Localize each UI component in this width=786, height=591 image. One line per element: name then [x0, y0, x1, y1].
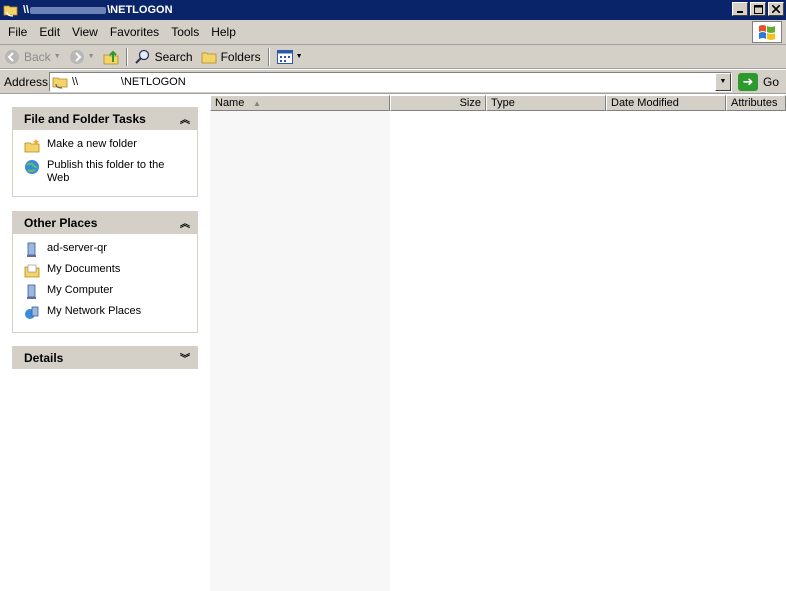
- back-button[interactable]: Back ▼: [0, 46, 65, 68]
- menu-tools[interactable]: Tools: [165, 22, 205, 42]
- column-attributes[interactable]: Attributes: [726, 95, 786, 111]
- menu-help[interactable]: Help: [205, 22, 242, 42]
- address-value: \\ \NETLOGON: [72, 75, 186, 88]
- go-button[interactable]: ➜ Go: [738, 72, 780, 91]
- menu-bar: File Edit View Favorites Tools Help: [0, 20, 786, 45]
- folders-icon: [201, 52, 216, 63]
- folder-share-icon: [3, 5, 18, 17]
- window-title: \\ \NETLOGON: [23, 4, 173, 16]
- place-my-documents[interactable]: My Documents: [24, 263, 189, 279]
- column-type[interactable]: Type: [486, 95, 606, 111]
- network-folder-icon: [52, 77, 68, 89]
- column-label: Size: [459, 97, 481, 109]
- folders-label: Folders: [220, 49, 261, 64]
- go-label: Go: [763, 74, 780, 89]
- column-name[interactable]: Name ▲: [210, 95, 390, 111]
- other-places-panel: Other Places ︽ ad-server-qr My Documents…: [12, 211, 198, 333]
- panel-title: Other Places: [24, 215, 98, 230]
- back-label: Back: [24, 49, 51, 64]
- new-folder-icon: [24, 139, 40, 153]
- redacted-server-name: [30, 6, 107, 14]
- column-label: Type: [491, 97, 515, 109]
- my-computer-icon: [27, 284, 36, 299]
- sorted-column-highlight: [210, 111, 390, 591]
- details-panel: Details ︾: [12, 346, 198, 369]
- address-input[interactable]: \\ \NETLOGON ▼: [49, 71, 732, 92]
- other-places-header[interactable]: Other Places ︽: [12, 211, 198, 234]
- column-label: Name: [215, 97, 245, 109]
- column-date-modified[interactable]: Date Modified: [606, 95, 726, 111]
- panel-title: File and Folder Tasks: [24, 111, 146, 126]
- maximize-icon: [753, 4, 763, 14]
- forward-dropdown-icon[interactable]: ▼: [88, 53, 95, 60]
- task-label: Make a new folder: [47, 138, 137, 150]
- maximize-button[interactable]: [750, 2, 766, 16]
- column-label: Date Modified: [611, 97, 679, 109]
- windows-flag-icon: [759, 25, 775, 40]
- expand-chevron-icon[interactable]: ︾: [180, 350, 190, 365]
- place-label: My Computer: [47, 284, 114, 296]
- publish-to-web-link[interactable]: Publish this folder to the Web: [24, 159, 189, 185]
- windows-logo: [752, 21, 782, 43]
- place-my-network-places[interactable]: My Network Places: [24, 305, 189, 321]
- chevron-down-icon: ▼: [719, 78, 727, 85]
- forward-arrow-icon: [69, 49, 84, 64]
- file-list-view[interactable]: Name ▲ Size Type Date Modified Attribute…: [210, 95, 786, 591]
- toolbar-separator: [267, 47, 270, 66]
- close-button[interactable]: [768, 2, 784, 16]
- column-header: Name ▲ Size Type Date Modified Attribute…: [210, 95, 786, 111]
- menu-file[interactable]: File: [2, 22, 33, 42]
- go-arrow-icon: ➜: [738, 72, 758, 91]
- server-computer-icon: [27, 242, 36, 257]
- address-label: Address: [4, 74, 49, 89]
- minimize-button[interactable]: [732, 2, 748, 16]
- folders-button[interactable]: Folders: [197, 46, 265, 68]
- title-bar: \\ \NETLOGON: [0, 0, 786, 20]
- back-dropdown-icon[interactable]: ▼: [54, 53, 61, 60]
- details-header[interactable]: Details ︾: [12, 346, 198, 369]
- network-places-icon: [25, 306, 39, 319]
- place-label: ad-server-qr: [47, 242, 107, 254]
- column-size[interactable]: Size: [390, 95, 486, 111]
- file-folder-tasks-header[interactable]: File and Folder Tasks ︽: [12, 107, 198, 130]
- task-label: Publish this folder to the Web: [47, 159, 165, 184]
- views-button[interactable]: ▼: [273, 46, 307, 68]
- address-bar: Address \\ \NETLOGON ▼ ➜ Go: [0, 70, 786, 94]
- up-folder-icon: [103, 50, 118, 64]
- collapse-chevron-icon[interactable]: ︽: [180, 215, 190, 230]
- column-label: Attributes: [731, 97, 778, 109]
- task-pane: File and Folder Tasks ︽ Make a new folde…: [0, 95, 210, 591]
- publish-web-icon: [25, 160, 39, 174]
- file-folder-tasks-panel: File and Folder Tasks ︽ Make a new folde…: [12, 107, 198, 197]
- place-ad-server[interactable]: ad-server-qr: [24, 242, 189, 258]
- search-button[interactable]: Search: [131, 46, 197, 68]
- menu-edit[interactable]: Edit: [33, 22, 66, 42]
- make-new-folder-link[interactable]: Make a new folder: [24, 138, 189, 154]
- address-dropdown-button[interactable]: ▼: [715, 72, 731, 91]
- panel-title: Details: [24, 350, 64, 365]
- menu-favorites[interactable]: Favorites: [104, 22, 165, 42]
- close-icon: [772, 5, 780, 13]
- place-label: My Network Places: [47, 305, 142, 317]
- search-label: Search: [154, 49, 193, 64]
- menu-view[interactable]: View: [66, 22, 104, 42]
- toolbar: Back ▼ ▼ Search Folders ▼: [0, 45, 786, 69]
- minimize-icon: [737, 11, 743, 13]
- place-my-computer[interactable]: My Computer: [24, 284, 189, 300]
- collapse-chevron-icon[interactable]: ︽: [180, 111, 190, 126]
- forward-button[interactable]: ▼: [65, 46, 99, 68]
- my-documents-icon: [24, 264, 40, 278]
- views-icon: [276, 49, 293, 64]
- up-folder-button[interactable]: [99, 46, 123, 68]
- search-icon: [134, 49, 149, 64]
- toolbar-separator: [125, 47, 128, 66]
- back-arrow-icon: [5, 49, 19, 64]
- place-label: My Documents: [47, 263, 121, 275]
- views-dropdown-icon[interactable]: ▼: [296, 53, 303, 60]
- sort-ascending-icon: ▲: [253, 99, 261, 108]
